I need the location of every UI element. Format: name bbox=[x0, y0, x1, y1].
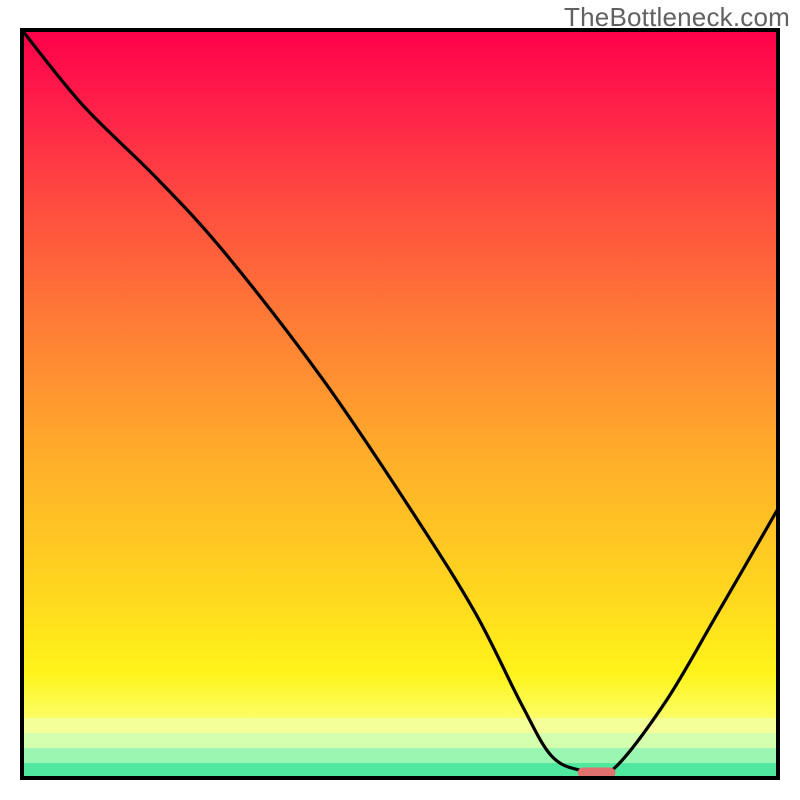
plot-area bbox=[22, 30, 778, 779]
chart-frame: TheBottleneck.com bbox=[0, 0, 800, 800]
bottom-color-band bbox=[22, 718, 778, 779]
gradient-background bbox=[22, 30, 778, 778]
watermark-text: TheBottleneck.com bbox=[564, 2, 790, 33]
bottleneck-chart bbox=[0, 0, 800, 800]
